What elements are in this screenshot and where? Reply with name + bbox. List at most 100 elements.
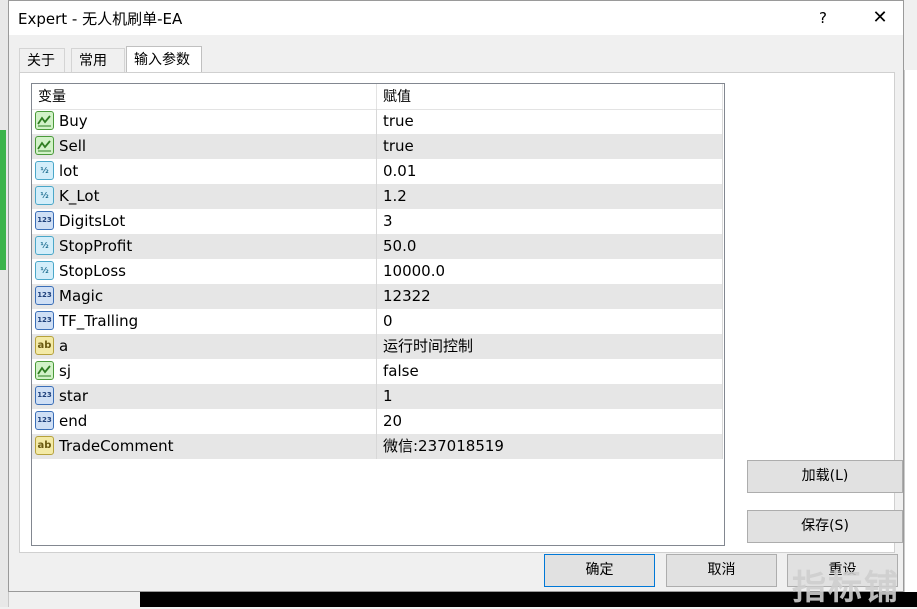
variable-cell[interactable]: ab TradeComment [32,434,377,459]
value-cell[interactable]: 10000.0 [377,259,723,284]
variable-cell[interactable]: ½ lot [32,159,377,184]
string-type-icon: ab [35,436,54,455]
table-row[interactable]: ab TradeComment 微信:237018519 [32,434,723,459]
variable-name: StopLoss [59,262,127,280]
variable-value[interactable]: 20 [383,409,402,434]
string-type-icon: ab [35,336,54,355]
value-cell[interactable]: 1.2 [377,184,723,209]
variable-cell[interactable]: 123 Magic [32,284,377,309]
save-button[interactable]: 保存(S) [747,510,903,543]
value-cell[interactable]: 20 [377,409,723,434]
column-header-variable[interactable]: 变量 [32,84,377,109]
bool-type-icon [35,136,54,155]
variable-cell[interactable]: ½ StopProfit [32,234,377,259]
variable-value[interactable]: 50.0 [383,234,416,259]
value-cell[interactable]: 3 [377,209,723,234]
bool-type-icon [35,111,54,130]
parameters-table[interactable]: 变量 赋值 Buy true Sell true ½ lot 0.01 ½ K_Lot 1.2 12… [31,83,725,546]
close-button[interactable]: ✕ [865,5,895,31]
variable-cell[interactable]: Sell [32,134,377,159]
variable-value[interactable]: true [383,134,414,159]
variable-name: lot [59,162,79,180]
variable-cell[interactable]: ½ StopLoss [32,259,377,284]
value-cell[interactable]: false [377,359,723,384]
variable-value[interactable]: 10000.0 [383,259,445,284]
variable-name: TF_Tralling [59,312,139,330]
table-header: 变量 赋值 [32,84,723,110]
double-type-icon: ½ [35,261,54,280]
value-cell[interactable]: 0.01 [377,159,723,184]
variable-value[interactable]: false [383,359,419,384]
int-type-icon: 123 [35,211,54,230]
variable-value[interactable]: true [383,109,414,134]
variable-cell[interactable]: 123 TF_Tralling [32,309,377,334]
table-row[interactable]: 123 DigitsLot 3 [32,209,723,234]
int-type-icon: 123 [35,311,54,330]
variable-name: Magic [59,287,104,305]
variable-name: Sell [59,137,87,155]
variable-name: DigitsLot [59,212,126,230]
variable-value[interactable]: 1.2 [383,184,407,209]
variable-cell[interactable]: Buy [32,109,377,134]
table-row[interactable]: Buy true [32,109,723,134]
load-button[interactable]: 加载(L) [747,460,903,493]
value-cell[interactable]: true [377,134,723,159]
table-row[interactable]: sj false [32,359,723,384]
expert-properties-dialog: Expert - 无人机刷单-EA ? ✕ 关于 常用 输入参数 变量 赋值 B… [8,0,904,592]
variable-name: Buy [59,112,88,130]
watermark-logo: 指标铺 [792,568,900,608]
column-header-value[interactable]: 赋值 [377,84,723,109]
variable-value[interactable]: 1 [383,384,393,409]
window-title: Expert - 无人机刷单-EA [18,10,183,28]
value-cell[interactable]: 0 [377,309,723,334]
bool-type-icon [35,361,54,380]
variable-name: a [59,337,69,355]
variable-value[interactable]: 12322 [383,284,431,309]
variable-cell[interactable]: 123 end [32,409,377,434]
table-row[interactable]: Sell true [32,134,723,159]
table-row[interactable]: 123 star 1 [32,384,723,409]
variable-value[interactable]: 0 [383,309,393,334]
inputs-panel: 变量 赋值 Buy true Sell true ½ lot 0.01 ½ K_Lot 1.2 12… [19,72,903,553]
help-button[interactable]: ? [809,5,837,31]
ok-button[interactable]: 确定 [544,554,655,587]
table-row[interactable]: 123 end 20 [32,409,723,434]
table-row[interactable]: ½ K_Lot 1.2 [32,184,723,209]
tab-about[interactable]: 关于 [19,48,65,72]
cancel-button[interactable]: 取消 [666,554,777,587]
variable-name: sj [59,362,71,380]
variable-name: TradeComment [59,437,174,455]
value-cell[interactable]: true [377,109,723,134]
int-type-icon: 123 [35,411,54,430]
variable-value[interactable]: 3 [383,209,393,234]
value-cell[interactable]: 运行时间控制 [377,334,723,359]
int-type-icon: 123 [35,286,54,305]
value-cell[interactable]: 12322 [377,284,723,309]
table-row[interactable]: 123 Magic 12322 [32,284,723,309]
double-type-icon: ½ [35,186,54,205]
variable-name: K_Lot [59,187,100,205]
variable-value[interactable]: 运行时间控制 [383,334,473,359]
value-cell[interactable]: 1 [377,384,723,409]
tab-inputs[interactable]: 输入参数 [126,46,202,73]
table-row[interactable]: ½ StopLoss 10000.0 [32,259,723,284]
value-cell[interactable]: 微信:237018519 [377,434,723,459]
variable-cell[interactable]: 123 star [32,384,377,409]
table-row[interactable]: ½ StopProfit 50.0 [32,234,723,259]
variable-value[interactable]: 微信:237018519 [383,434,504,459]
int-type-icon: 123 [35,386,54,405]
table-row[interactable]: ab a 运行时间控制 [32,334,723,359]
variable-cell[interactable]: ab a [32,334,377,359]
table-row[interactable]: 123 TF_Tralling 0 [32,309,723,334]
variable-cell[interactable]: 123 DigitsLot [32,209,377,234]
variable-cell[interactable]: ½ K_Lot [32,184,377,209]
tab-common[interactable]: 常用 [71,48,125,72]
table-row[interactable]: ½ lot 0.01 [32,159,723,184]
double-type-icon: ½ [35,236,54,255]
double-type-icon: ½ [35,161,54,180]
variable-cell[interactable]: sj [32,359,377,384]
value-cell[interactable]: 50.0 [377,234,723,259]
variable-name: end [59,412,88,430]
variable-value[interactable]: 0.01 [383,159,416,184]
title-bar: Expert - 无人机刷单-EA ? ✕ [9,1,903,35]
